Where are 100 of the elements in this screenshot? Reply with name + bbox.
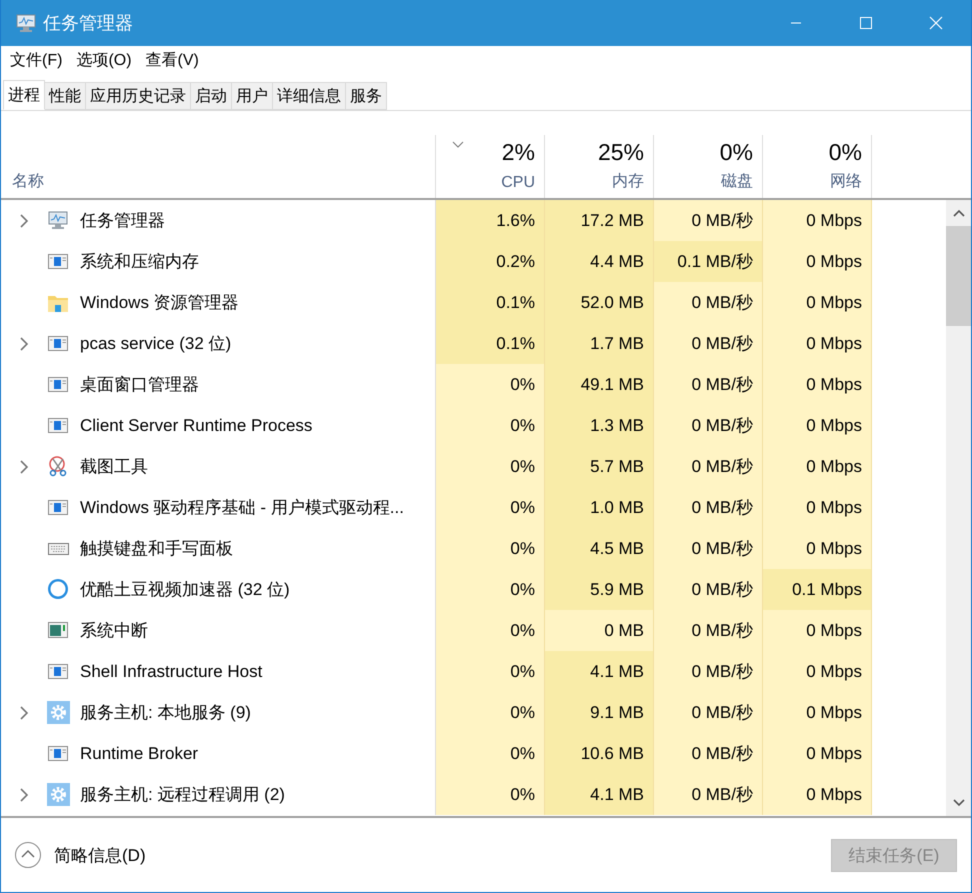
table-cell: 4.5 MB — [545, 528, 654, 569]
column-header[interactable]: 磁盘 — [721, 171, 753, 192]
process-name[interactable]: 截图工具 — [80, 455, 148, 478]
table-cell: 0 MB/秒 — [654, 774, 763, 815]
table-cell: 0 MB/秒 — [654, 692, 763, 733]
scroll-down-icon — [952, 799, 964, 807]
table-cell: 0 Mbps — [763, 364, 872, 405]
gear-icon — [47, 783, 70, 806]
table-cell: 0 Mbps — [763, 733, 872, 774]
usage-percent: 0% — [828, 139, 862, 166]
table-cell: 0.1% — [436, 323, 545, 364]
column-header[interactable]: 内存 — [612, 171, 644, 192]
process-name[interactable]: 服务主机: 本地服务 (9) — [80, 701, 251, 724]
table-cell: 5.7 MB — [545, 446, 654, 487]
table-cell: 0.2% — [436, 241, 545, 282]
process-name[interactable]: 服务主机: 远程过程调用 (2) — [80, 783, 285, 806]
table-cell: 0.1% — [436, 282, 545, 323]
table-cell: 0 Mbps — [763, 323, 872, 364]
column-header[interactable]: CPU — [501, 174, 535, 192]
table-cell: 0 MB/秒 — [654, 610, 763, 651]
tab[interactable]: 进程 — [3, 80, 45, 110]
table-cell: 0 MB/秒 — [654, 569, 763, 610]
table-cell: 0 MB/秒 — [654, 733, 763, 774]
monitor-icon — [15, 13, 37, 33]
expand-chevron-icon[interactable] — [19, 336, 29, 350]
maximize-icon — [859, 16, 873, 30]
process-name[interactable]: pcas service (32 位) — [80, 332, 232, 355]
process-name[interactable]: Client Server Runtime Process — [80, 416, 312, 436]
process-name[interactable]: 桌面窗口管理器 — [80, 373, 199, 396]
gear-icon — [47, 701, 70, 724]
tab[interactable]: 用户 — [232, 82, 273, 110]
table-cell: 0% — [436, 733, 545, 774]
table-cell: 0 Mbps — [763, 487, 872, 528]
process-name[interactable]: 系统和压缩内存 — [80, 250, 199, 273]
monitor-icon — [47, 209, 70, 232]
process-name[interactable]: Windows 驱动程序基础 - 用户模式驱动程... — [80, 496, 404, 519]
table-cell: 0 MB/秒 — [654, 323, 763, 364]
table-cell: 0 MB/秒 — [654, 200, 763, 241]
table-cell: 1.6% — [436, 200, 545, 241]
expand-chevron-icon[interactable] — [19, 460, 29, 474]
window-title: 任务管理器 — [43, 12, 133, 35]
table-cell: 0% — [436, 528, 545, 569]
usage-percent: 2% — [502, 139, 535, 166]
scrollbar[interactable] — [946, 200, 971, 816]
table-cell: 52.0 MB — [545, 282, 654, 323]
table-cell: 0 Mbps — [763, 692, 872, 733]
table-cell: 0% — [436, 405, 545, 446]
table-cell: 0% — [436, 610, 545, 651]
process-name[interactable]: 系统中断 — [80, 619, 148, 642]
menu-item[interactable]: 选项(O) — [76, 50, 132, 70]
table-cell: 0 MB/秒 — [654, 528, 763, 569]
table-cell: 0 MB — [545, 610, 654, 651]
table-cell: 0 Mbps — [763, 774, 872, 815]
tab[interactable]: 详细信息 — [273, 82, 346, 110]
tab[interactable]: 启动 — [191, 82, 232, 110]
table-cell: 0 MB/秒 — [654, 651, 763, 692]
table-cell: 0 Mbps — [763, 405, 872, 446]
tab[interactable]: 性能 — [45, 82, 86, 110]
table-cell: 0 Mbps — [763, 528, 872, 569]
table-cell: 0% — [436, 446, 545, 487]
table-cell: 0 MB/秒 — [654, 282, 763, 323]
table-cell: 4.4 MB — [545, 241, 654, 282]
process-name[interactable]: 触摸键盘和手写面板 — [80, 537, 233, 560]
column-header[interactable]: 网络 — [830, 171, 862, 192]
menu-item[interactable]: 文件(F) — [10, 50, 62, 70]
expand-chevron-icon[interactable] — [19, 788, 29, 802]
details-toggle[interactable]: 简略信息(D) — [14, 841, 146, 869]
table-cell: 0 MB/秒 — [654, 405, 763, 446]
details-label[interactable]: 简略信息(D) — [54, 844, 146, 866]
process-name[interactable]: 优酷土豆视频加速器 (32 位) — [80, 578, 290, 601]
table-cell: 0 MB/秒 — [654, 364, 763, 405]
process-name[interactable]: Runtime Broker — [80, 744, 198, 764]
table-cell: 5.9 MB — [545, 569, 654, 610]
table-cell: 9.1 MB — [545, 692, 654, 733]
process-name[interactable]: Shell Infrastructure Host — [80, 662, 262, 682]
menu-item[interactable]: 查看(V) — [146, 50, 199, 70]
table-cell: 0 Mbps — [763, 610, 872, 651]
scrollbar-thumb[interactable] — [946, 226, 971, 326]
usage-percent: 0% — [720, 139, 753, 166]
table-cell: 1.3 MB — [545, 405, 654, 446]
table-cell: 4.1 MB — [545, 651, 654, 692]
table-cell: 0 MB/秒 — [654, 487, 763, 528]
process-name[interactable]: 任务管理器 — [80, 209, 165, 232]
table-cell: 1.0 MB — [545, 487, 654, 528]
tab[interactable]: 应用历史记录 — [86, 82, 191, 110]
table-cell: 0 Mbps — [763, 200, 872, 241]
process-name[interactable]: Windows 资源管理器 — [80, 291, 239, 314]
expand-chevron-icon[interactable] — [19, 706, 29, 720]
column-header[interactable]: 名称 — [12, 171, 44, 192]
table-cell: 10.6 MB — [545, 733, 654, 774]
table-cell: 0.1 MB/秒 — [654, 241, 763, 282]
expand-chevron-icon[interactable] — [19, 214, 29, 228]
table-cell: 17.2 MB — [545, 200, 654, 241]
table-cell: 0 Mbps — [763, 241, 872, 282]
table-cell: 0 Mbps — [763, 446, 872, 487]
table-cell: 0 Mbps — [763, 651, 872, 692]
tab[interactable]: 服务 — [346, 82, 387, 110]
usage-percent: 25% — [598, 139, 644, 166]
table-cell: 0% — [436, 569, 545, 610]
scroll-up-icon — [952, 209, 964, 217]
